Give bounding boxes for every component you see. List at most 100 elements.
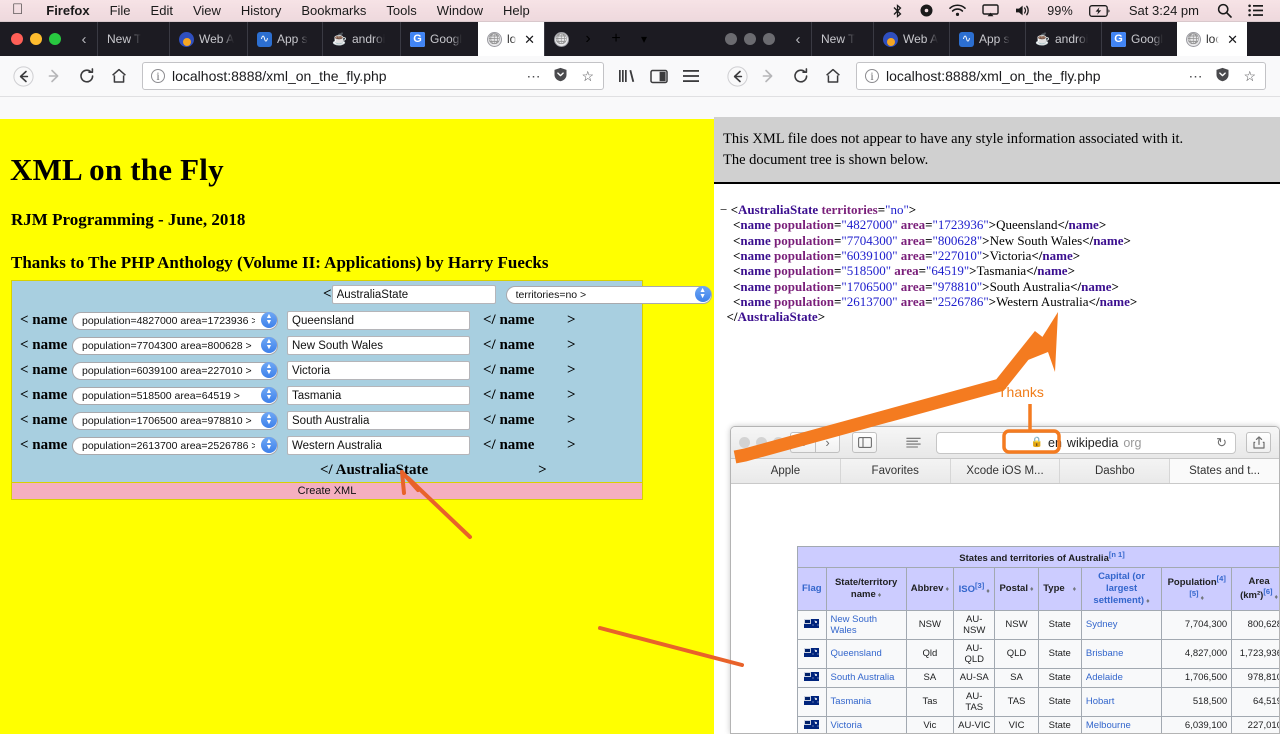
scroll-tabs-right-icon[interactable]: › [574,22,602,56]
safari-reload-icon[interactable]: ↻ [1216,435,1227,451]
sort-icon[interactable]: ♦ [876,592,882,599]
address-bar[interactable]: i localhost:8888/xml_on_the_fly.php ⋯ ☆ [856,62,1266,90]
menu-window[interactable]: Window [427,3,493,18]
favorite-dashboard[interactable]: Dashbo [1060,459,1171,483]
state-link[interactable]: Victoria [831,720,863,731]
new-tab-plus-icon[interactable]: + [602,22,630,56]
tab-web-a[interactable]: Web A [873,22,949,56]
forward-button[interactable] [754,61,784,91]
sort-icon[interactable]: ♦ [1199,595,1205,602]
reader-view-icon[interactable] [901,432,926,453]
tab-google[interactable]: Googl [400,22,478,56]
close-tab-icon[interactable]: ✕ [524,33,535,46]
scroll-tabs-left-icon[interactable]: ‹ [785,22,811,56]
back-button[interactable] [8,61,38,91]
sort-icon[interactable]: ♦ [1028,586,1034,593]
row-attr-select-wrap[interactable]: population=518500 area=64519 > ▲ ▼ [72,386,278,405]
favorite-apple[interactable]: Apple [731,459,841,483]
minimize-window-button[interactable] [756,437,767,448]
apple-icon[interactable]:  [0,2,36,17]
close-window-button[interactable] [11,33,23,45]
wifi-icon[interactable] [941,4,974,17]
sidebar-icon[interactable] [852,432,877,453]
col-population[interactable]: Population[4][5]♦ [1161,567,1233,611]
tab-web-a[interactable]: Web A [169,22,247,56]
home-button[interactable] [104,61,134,91]
cell-name[interactable]: New South Wales [825,609,907,640]
col-iso[interactable]: ISO[3]♦ [953,567,996,611]
tab-next-partial[interactable] [544,22,574,56]
row-attributes-select[interactable]: population=1706500 area=978810 > [72,412,278,430]
row-attr-select-wrap[interactable]: population=7704300 area=800628 > ▲ ▼ [72,336,278,355]
capital-link[interactable]: Hobart [1086,696,1115,707]
airplay-icon[interactable] [974,4,1007,17]
sidebar-icon[interactable] [644,61,674,91]
minimize-window-button[interactable] [30,33,42,45]
menu-firefox[interactable]: Firefox [36,3,99,18]
row-attributes-select[interactable]: population=518500 area=64519 > [72,387,278,405]
row-attr-select-wrap[interactable]: population=2613700 area=2526786 > ▲ ▼ [72,436,278,455]
row-attr-select-wrap[interactable]: population=1706500 area=978810 > ▲ ▼ [72,411,278,430]
notification-center-icon[interactable] [1240,4,1272,17]
site-info-icon[interactable]: i [151,69,165,83]
state-name-input[interactable] [287,386,470,406]
safari-back-button[interactable]: ‹ [790,432,815,453]
cell-name[interactable]: South Australia [825,667,907,688]
zoom-window-button[interactable] [773,437,784,448]
cell-capital[interactable]: Melbourne [1080,715,1163,733]
reload-button[interactable] [72,61,102,91]
cell-capital[interactable]: Adelaide [1080,667,1163,688]
state-name-input[interactable] [287,361,470,381]
battery-percentage[interactable]: 99% [1039,4,1081,18]
sort-icon[interactable]: ♦ [1065,586,1077,593]
row-attributes-select[interactable]: population=6039100 area=227010 > [72,362,278,380]
row-attributes-select[interactable]: population=4827000 area=1723936 > [72,312,278,330]
record-icon[interactable] [912,4,941,17]
col-flag[interactable]: Flag [797,567,827,611]
tab-localhost-active[interactable]: loc ✕ [478,22,544,56]
col-abbrev[interactable]: Abbrev ♦ [905,567,955,611]
bluetooth-icon[interactable] [883,3,912,18]
favorite-favorites[interactable]: Favorites [841,459,951,483]
col-postal[interactable]: Postal ♦ [994,567,1039,611]
close-window-button[interactable] [725,33,737,45]
bookmark-star-icon[interactable]: ☆ [1240,68,1259,85]
menu-view[interactable]: View [183,3,231,18]
sort-icon[interactable]: ♦ [1273,594,1279,601]
address-bar[interactable]: i localhost:8888/xml_on_the_fly.php ⋯ ☆ [142,62,604,90]
cell-capital[interactable]: Sydney [1080,609,1163,640]
site-info-icon[interactable]: i [865,69,879,83]
tab-new-tab[interactable]: New T [97,22,169,56]
col-capital[interactable]: Capital (or largest settlement) ♦ [1080,567,1163,611]
row-attr-select-wrap[interactable]: population=4827000 area=1723936 > ▲ ▼ [72,311,278,330]
library-icon[interactable] [612,61,642,91]
root-attributes-select[interactable]: territories=no > [505,286,712,304]
sort-icon[interactable]: ♦ [984,588,990,595]
tab-android[interactable]: androi [322,22,400,56]
row-attributes-select[interactable]: population=2613700 area=2526786 > [72,437,278,455]
tab-app-s[interactable]: App s [247,22,322,56]
url-text[interactable]: localhost:8888/xml_on_the_fly.php [886,68,1178,84]
spotlight-search-icon[interactable] [1209,3,1240,18]
state-name-input[interactable] [287,336,470,356]
tab-app-s[interactable]: App s [949,22,1025,56]
zoom-window-button[interactable] [763,33,775,45]
state-link[interactable]: Queensland [831,648,882,659]
pocket-icon[interactable] [1212,67,1233,85]
cell-name[interactable]: Tasmania [825,686,907,717]
collapse-toggle-icon[interactable]: − [720,202,727,217]
capital-link[interactable]: Sydney [1086,619,1118,630]
menu-history[interactable]: History [231,3,291,18]
create-xml-button[interactable]: Create XML [12,482,642,499]
col-type[interactable]: Type ♦ [1037,567,1082,611]
row-attributes-select[interactable]: population=7704300 area=800628 > [72,337,278,355]
root-element-name-input[interactable] [331,285,496,304]
list-all-tabs-chevron-icon[interactable]: ▾ [630,22,658,56]
state-name-input[interactable] [287,311,470,331]
share-button[interactable] [1246,432,1271,453]
tab-google[interactable]: Googl [1101,22,1177,56]
cell-capital[interactable]: Hobart [1080,686,1163,717]
row-attr-select-wrap[interactable]: population=6039100 area=227010 > ▲ ▼ [72,361,278,380]
favorite-xcode[interactable]: Xcode iOS M... [951,459,1061,483]
forward-button[interactable] [40,61,70,91]
